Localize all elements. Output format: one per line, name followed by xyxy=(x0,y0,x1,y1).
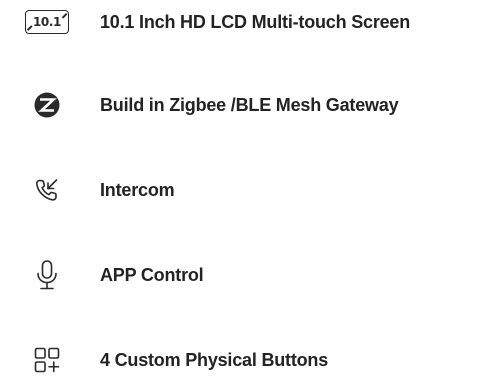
feature-label-screen: 10.1 Inch HD LCD Multi-touch Screen xyxy=(100,12,411,32)
feature-list: 10.1 10.1 Inch HD LCD Multi-touch Screen… xyxy=(0,0,481,383)
feature-label-intercom: Intercom xyxy=(100,180,175,200)
feature-item-intercom: Intercom xyxy=(0,168,481,212)
screen-size-badge: 10.1 xyxy=(25,10,69,34)
microphone-icon xyxy=(24,253,70,297)
grid-plus-icon xyxy=(24,338,70,382)
screen-size-badge-text: 10.1 xyxy=(32,15,61,29)
feature-item-screen: 10.1 10.1 Inch HD LCD Multi-touch Screen xyxy=(0,0,481,44)
feature-item-app-control: APP Control xyxy=(0,253,481,297)
feature-item-zigbee: Build in Zigbee /BLE Mesh Gateway xyxy=(0,83,481,127)
feature-item-buttons: 4 Custom Physical Buttons xyxy=(0,338,481,382)
feature-label-zigbee: Build in Zigbee /BLE Mesh Gateway xyxy=(100,95,399,115)
intercom-phone-icon xyxy=(24,168,70,212)
feature-label-app-control: APP Control xyxy=(100,265,204,285)
feature-label-buttons: 4 Custom Physical Buttons xyxy=(100,350,329,370)
zigbee-logo-icon xyxy=(24,83,70,127)
screen-size-icon: 10.1 xyxy=(24,0,70,44)
